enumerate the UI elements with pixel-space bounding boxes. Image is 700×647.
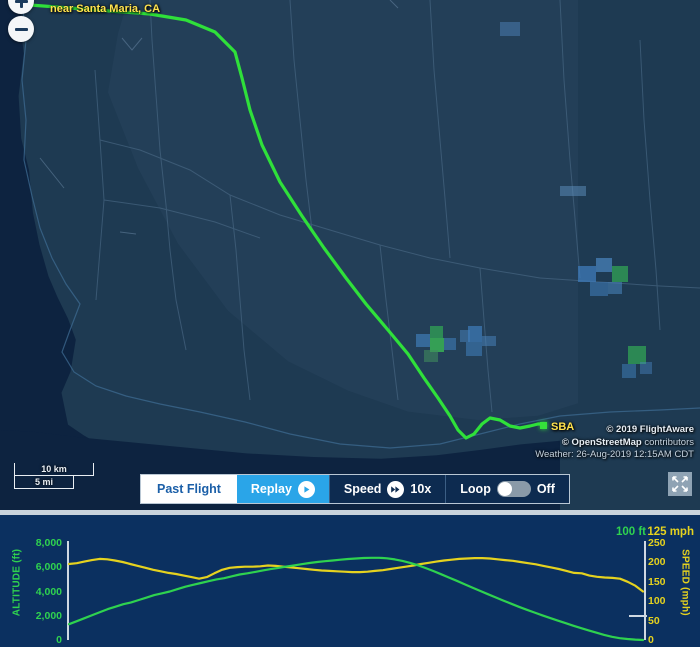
fullscreen-button[interactable]: [668, 472, 692, 496]
weather-cell: [612, 266, 628, 282]
weather-cell: [468, 326, 482, 342]
scale-km-label: 10 km: [41, 464, 67, 474]
attribution-osm-link[interactable]: © OpenStreetMap: [562, 437, 642, 448]
weather-cell: [444, 338, 456, 350]
scale-mi-label: 5 mi: [34, 477, 53, 487]
attribution-osm-suffix: contributors: [641, 436, 694, 448]
replay-button[interactable]: Replay: [236, 475, 329, 503]
weather-cell: [640, 362, 652, 374]
flight-map[interactable]: near Santa Maria, CA SBA 10 km 5 mi © 20…: [0, 0, 700, 510]
weather-cell: [424, 350, 438, 362]
plus-icon: [14, 0, 28, 8]
loop-state-label: Off: [536, 482, 555, 496]
altitude-speed-chart[interactable]: ALTITUDE (ft) SPEED (mph) 100 ft 125 mph…: [0, 515, 700, 647]
attribution-flightaware: © 2019 FlightAware: [606, 424, 694, 435]
attribution-weather-timestamp: Weather: 26-Aug-2019 12:15AM CDT: [535, 449, 694, 461]
expand-arrows-icon: [672, 476, 688, 492]
weather-cell: [466, 342, 482, 356]
weather-cell: [590, 282, 608, 296]
map-attribution: © 2019 FlightAware © OpenStreetMap contr…: [535, 424, 694, 462]
weather-cell: [622, 364, 636, 378]
past-flight-label: Past Flight: [157, 482, 221, 496]
flight-track-path: [28, 3, 546, 440]
loop-toggle-switch[interactable]: [496, 481, 531, 497]
weather-cell: [578, 266, 596, 282]
map-scale-bar: 10 km 5 mi: [14, 463, 94, 489]
past-flight-tab[interactable]: Past Flight: [141, 475, 237, 503]
weather-cell: [596, 258, 612, 272]
attribution-osm[interactable]: © OpenStreetMap contributors: [535, 437, 694, 450]
map-zoom-out-button[interactable]: [8, 16, 34, 42]
speed-label: Speed: [343, 482, 382, 496]
minus-icon: [14, 27, 28, 31]
chart-plot-area: [67, 556, 645, 642]
origin-label: near Santa Maria, CA: [50, 3, 161, 15]
speed-series-line: [67, 557, 645, 593]
weather-cell: [482, 336, 496, 346]
weather-cell: [560, 186, 586, 196]
toggle-knob: [497, 482, 512, 496]
fast-forward-icon: [387, 480, 405, 498]
speed-control[interactable]: Speed 10x: [328, 475, 446, 503]
weather-cell: [608, 282, 622, 294]
flight-tracker-app: near Santa Maria, CA SBA 10 km 5 mi © 20…: [0, 0, 700, 647]
playback-control-bar: Past Flight Replay Speed 10x Loop Off: [140, 474, 570, 504]
loop-label: Loop: [460, 482, 491, 496]
weather-cell: [416, 334, 430, 347]
speed-value: 10x: [410, 482, 432, 496]
weather-cell: [430, 326, 443, 338]
loop-control[interactable]: Loop Off: [445, 475, 569, 503]
replay-label: Replay: [250, 482, 292, 496]
play-icon: [297, 480, 315, 498]
weather-cell: [500, 22, 520, 36]
